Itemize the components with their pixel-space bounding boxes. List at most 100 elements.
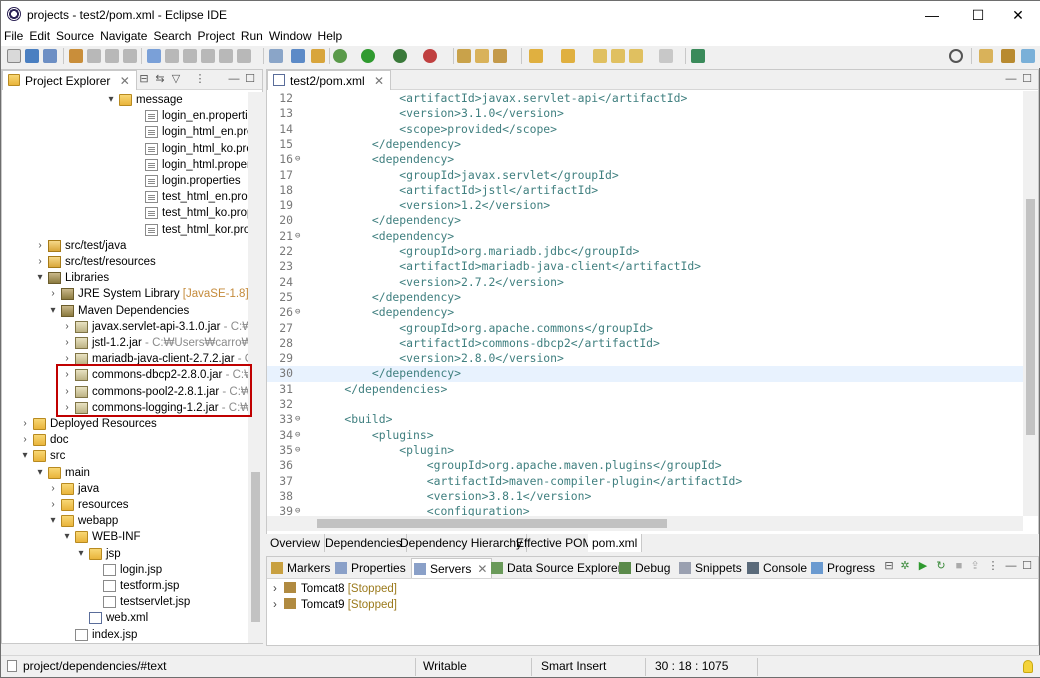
menu-window[interactable]: Window [266, 29, 315, 44]
use-step-filters-icon[interactable] [219, 49, 233, 63]
code-line[interactable]: 17 <groupId>javax.servlet</groupId> [267, 168, 1023, 183]
save-all-icon[interactable] [43, 49, 57, 63]
start-server-debug-icon[interactable]: ✲ [899, 560, 911, 572]
code-line[interactable]: 19 <version>1.2</version> [267, 198, 1023, 213]
code-line[interactable]: 12 <artifactId>javax.servlet-api</artifa… [267, 91, 1023, 106]
expand-arrow-icon[interactable]: › [48, 286, 58, 302]
external-tools-icon[interactable] [423, 49, 437, 63]
collapse-arrow-icon[interactable]: ▾ [35, 270, 45, 286]
code-line[interactable]: 28 <artifactId>commons-dbcp2</artifactId… [267, 336, 1023, 351]
code-line[interactable]: 14 <scope>provided</scope> [267, 122, 1023, 137]
expand-arrow-icon[interactable]: › [35, 254, 45, 270]
fold-toggle-icon[interactable]: ⊖ [295, 504, 303, 516]
editor-maximize-icon[interactable]: ☐ [1021, 73, 1033, 85]
tab-pom-xml-source[interactable]: pom.xml [588, 534, 643, 552]
debug-icon[interactable] [333, 49, 347, 63]
tab-overview[interactable]: Overview [266, 534, 326, 552]
minimize-view-icon[interactable]: — [228, 73, 240, 85]
editor-minimize-icon[interactable]: — [1005, 73, 1017, 85]
debug-perspective-icon[interactable] [1021, 49, 1035, 63]
stop-server-icon[interactable]: ■ [953, 560, 965, 572]
editor-vscroll-thumb[interactable] [1026, 199, 1035, 435]
step-return-icon[interactable] [183, 49, 197, 63]
open-folder-icon[interactable] [475, 49, 489, 63]
menu-search[interactable]: Search [150, 29, 194, 44]
tab-effective-pom[interactable]: Effective POM [512, 534, 598, 552]
java-ee-perspective-icon[interactable] [1001, 49, 1015, 63]
collapse-arrow-icon[interactable]: ▾ [35, 465, 45, 481]
editor-vertical-scrollbar[interactable] [1023, 91, 1038, 516]
menu-help[interactable]: Help [315, 29, 346, 44]
toggle-mark-icon[interactable] [493, 49, 507, 63]
code-line[interactable]: 20 </dependency> [267, 213, 1023, 228]
lightbulb-icon[interactable] [1023, 660, 1033, 673]
new-server-icon[interactable] [291, 49, 305, 63]
expand-arrow-icon[interactable]: › [273, 599, 277, 611]
menu-source[interactable]: Source [53, 29, 97, 44]
tab-progress[interactable]: Progress [809, 558, 879, 578]
publish-server-icon[interactable]: ⇪ [969, 560, 981, 572]
code-line[interactable]: 16 ⊖ <dependency> [267, 152, 1023, 167]
tab-project-explorer[interactable]: Project Explorer ✕ [2, 70, 137, 90]
fold-toggle-icon[interactable]: ⊖ [295, 443, 303, 458]
close-button[interactable]: ✕ [995, 1, 1040, 29]
next-annotation-icon[interactable] [529, 49, 543, 63]
tab-snippets[interactable]: Snippets [677, 558, 746, 578]
last-edit-location-icon[interactable] [593, 49, 607, 63]
tab-dependency-hierarchy[interactable]: Dependency Hierarchy [396, 534, 528, 552]
back-icon[interactable] [611, 49, 625, 63]
code-line[interactable]: 27 <groupId>org.apache.commons</groupId> [267, 321, 1023, 336]
code-line[interactable]: 21 ⊖ <dependency> [267, 229, 1023, 244]
code-line[interactable]: 26 ⊖ <dependency> [267, 305, 1023, 320]
expand-arrow-icon[interactable]: › [48, 481, 58, 497]
expand-arrow-icon[interactable]: › [20, 416, 30, 432]
collapse-arrow-icon[interactable]: ▾ [76, 546, 86, 562]
code-line[interactable]: 15 </dependency> [267, 137, 1023, 152]
coverage-icon[interactable] [393, 49, 407, 63]
menu-file[interactable]: File [1, 29, 26, 44]
editor-hscroll-thumb[interactable] [317, 519, 667, 528]
servers-close-icon[interactable]: ✕ [477, 562, 487, 576]
view-menu-icon[interactable]: ⋮ [987, 560, 999, 572]
editor-horizontal-scrollbar[interactable] [267, 516, 1023, 531]
expand-arrow-icon[interactable]: › [62, 319, 72, 335]
run-icon[interactable] [361, 49, 375, 63]
collapse-arrow-icon[interactable]: ▾ [48, 513, 58, 529]
new-icon[interactable] [7, 49, 21, 63]
code-line[interactable]: 36 <groupId>org.apache.maven.plugins</gr… [267, 458, 1023, 473]
fold-toggle-icon[interactable]: ⊖ [295, 305, 303, 320]
code-line[interactable]: 22 <groupId>org.mariadb.jdbc</groupId> [267, 244, 1023, 259]
code-line[interactable]: 31 </dependencies> [267, 382, 1023, 397]
server-row[interactable]: › Tomcat8 [Stopped] [273, 581, 397, 597]
menu-navigate[interactable]: Navigate [97, 29, 150, 44]
tab-markers[interactable]: Markers [269, 558, 334, 578]
tab-servers[interactable]: Servers ✕ [411, 558, 493, 578]
project-explorer-close-icon[interactable]: ✕ [120, 74, 130, 88]
expand-arrow-icon[interactable]: › [273, 583, 277, 595]
tab-data-source-explorer[interactable]: Data Source Explorer [489, 558, 626, 578]
code-line[interactable]: 30 </dependency> [267, 366, 1023, 382]
code-line[interactable]: 29 <version>2.8.0</version> [267, 351, 1023, 366]
profile-server-icon[interactable]: ↻ [935, 560, 947, 572]
code-line[interactable]: 24 <version>2.7.2</version> [267, 275, 1023, 290]
forward-history-icon[interactable] [659, 49, 673, 63]
filter-icon[interactable]: ▽ [170, 73, 182, 85]
code-line[interactable]: 13 <version>3.1.0</version> [267, 106, 1023, 121]
collapse-icon[interactable]: ⊟ [883, 560, 895, 572]
disconnect-icon[interactable] [237, 49, 251, 63]
step-into-icon[interactable] [147, 49, 161, 63]
pin-editor-icon[interactable] [691, 49, 705, 63]
bottom-minimize-icon[interactable]: — [1005, 560, 1017, 572]
resume-icon[interactable] [87, 49, 101, 63]
collapse-all-icon[interactable]: ⊟ [138, 73, 150, 85]
fold-toggle-icon[interactable]: ⊖ [295, 229, 303, 244]
collapse-arrow-icon[interactable]: ▾ [48, 303, 58, 319]
maximize-view-icon[interactable]: ☐ [244, 73, 256, 85]
drop-to-frame-icon[interactable] [201, 49, 215, 63]
code-line[interactable]: 23 <artifactId>mariadb-java-client</arti… [267, 259, 1023, 274]
forward-icon[interactable] [629, 49, 643, 63]
fold-toggle-icon[interactable]: ⊖ [295, 428, 303, 443]
collapse-arrow-icon[interactable]: ▾ [106, 92, 116, 108]
terminate-icon[interactable] [123, 49, 137, 63]
menu-edit[interactable]: Edit [26, 29, 53, 44]
